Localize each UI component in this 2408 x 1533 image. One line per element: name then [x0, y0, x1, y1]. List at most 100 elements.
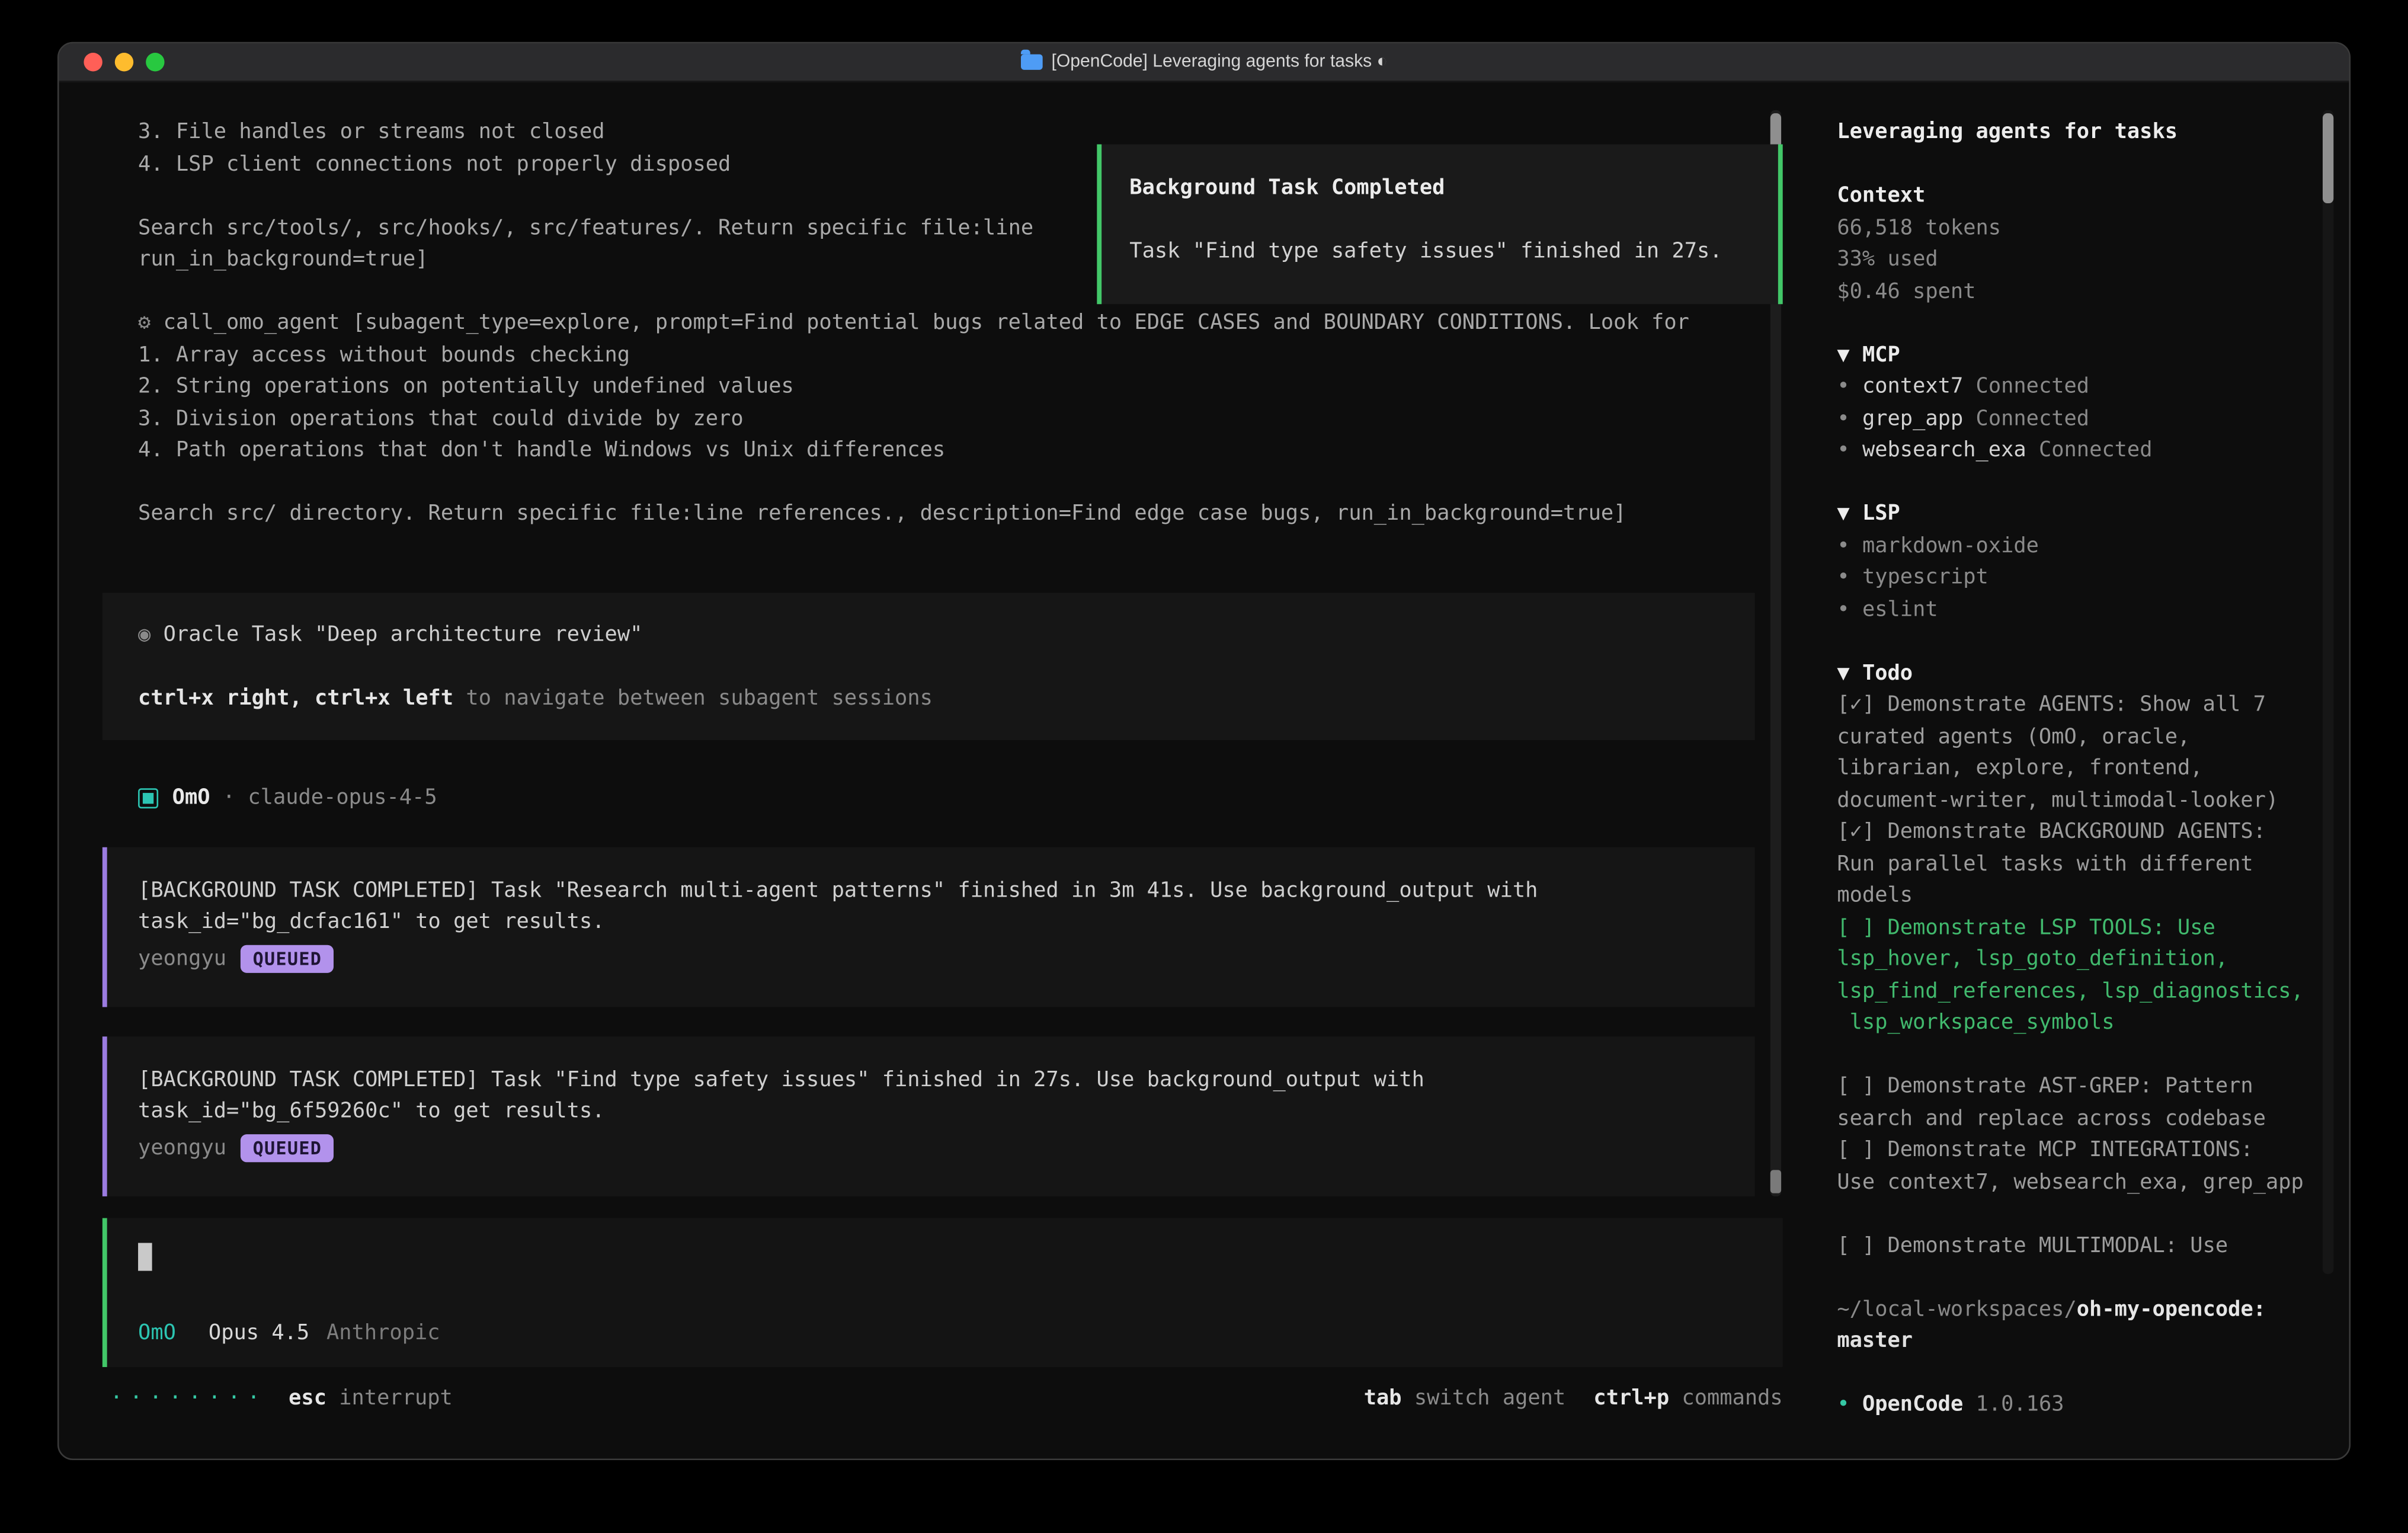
traffic-lights	[84, 43, 164, 81]
session-sidebar: Leveraging agents for tasks Context 66,5…	[1783, 82, 2349, 1459]
agent-header: OmO · claude-opus-4-5	[138, 782, 1770, 814]
message-text: [BACKGROUND TASK COMPLETED] Task "Resear…	[138, 875, 1755, 907]
bullet-icon: •	[1837, 565, 1862, 590]
todo-line: [ ] Demonstrate MCP INTEGRATIONS:	[1837, 1134, 2321, 1166]
mcp-name: websearch_exa	[1862, 437, 2026, 462]
window-titlebar[interactable]: [OpenCode] Leveraging agents for tasks ◐	[59, 43, 2349, 82]
author-name: yeongyu	[138, 1136, 226, 1161]
ctrlp-key-hint: ctrl+p	[1593, 1382, 1682, 1415]
section-todo[interactable]: ▼ Todo	[1837, 657, 2321, 689]
message-text: [BACKGROUND TASK COMPLETED] Task "Find t…	[138, 1064, 1755, 1096]
status-badge: QUEUED	[241, 945, 335, 973]
window-content: 3. File handles or streams not closed 4.…	[59, 82, 2349, 1459]
workspace-branch: master	[1837, 1325, 2321, 1357]
bullet-icon: •	[1837, 437, 1862, 462]
gear-icon: ⚙	[138, 311, 164, 335]
record-icon: ◉	[138, 622, 164, 647]
status-left: ········ esc interrupt	[110, 1382, 453, 1415]
tool-name: call_omo_agent	[164, 311, 353, 335]
log-line: 2. String operations on potentially unde…	[103, 371, 1770, 403]
model-provider: Anthropic	[326, 1317, 440, 1349]
agent-model: claude-opus-4-5	[248, 785, 437, 810]
message-text: task_id="bg_dcfac161" to get results.	[138, 906, 1755, 938]
todo-line: [✓] Demonstrate AGENTS: Show all 7	[1837, 689, 2321, 721]
oracle-hint-line: ctrl+x right, ctrl+x left to navigate be…	[138, 682, 1755, 714]
spinner-dots-icon: ········	[110, 1382, 267, 1415]
agent-separator: ·	[210, 785, 248, 810]
tab-key-hint: tab	[1364, 1382, 1414, 1415]
oracle-title: Oracle Task "Deep architecture review"	[164, 622, 643, 647]
context-spent: $0.46 spent	[1837, 276, 2321, 308]
bullet-icon: •	[1837, 374, 1862, 399]
oracle-task-panel: ◉ Oracle Task "Deep architecture review"…	[103, 592, 1755, 740]
close-button[interactable]	[84, 53, 102, 71]
workspace-path: ~/local-workspaces/oh-my-opencode:	[1837, 1294, 2321, 1326]
hint-text: to navigate between subagent sessions	[453, 685, 933, 710]
status-bar: ········ esc interrupt tab switch agent …	[110, 1382, 1783, 1415]
app-version: • OpenCode 1.0.163	[1837, 1389, 2321, 1421]
mcp-status: Connected	[1963, 374, 2089, 399]
model-selector-row[interactable]: OmO Opus 4.5 Anthropic	[138, 1317, 1783, 1349]
hint-keys: ctrl+x right, ctrl+x left	[138, 685, 453, 710]
scroll-indicator[interactable]	[1770, 1170, 1781, 1193]
window-title: [OpenCode] Leveraging agents for tasks ◐	[1020, 53, 1388, 71]
todo-line: search and replace across codebase	[1837, 1102, 2321, 1134]
notification-toast: Background Task Completed Task "Find typ…	[1097, 145, 1782, 305]
desktop: [OpenCode] Leveraging agents for tasks ◐…	[0, 0, 2408, 1533]
log-line: Search src/ directory. Return specific f…	[103, 498, 1770, 530]
oracle-title-line: ◉ Oracle Task "Deep architecture review"	[138, 618, 1755, 650]
sidebar-scrollbar-thumb[interactable]	[2323, 113, 2333, 203]
bullet-icon: •	[1837, 1392, 1862, 1417]
mcp-name: grep_app	[1862, 406, 1963, 431]
todo-line-active: lsp_find_references, lsp_diagnostics,	[1837, 975, 2321, 1007]
chevron-down-icon: ▼	[1837, 660, 1862, 685]
tool-call-line: ⚙ call_omo_agent [subagent_type=explore,…	[103, 307, 1770, 339]
workspace-dir: ~/local-workspaces/	[1837, 1297, 2076, 1321]
lsp-item: • markdown-oxide	[1837, 530, 2321, 562]
mcp-heading: MCP	[1862, 342, 1900, 367]
todo-line: Run parallel tasks with different	[1837, 848, 2321, 880]
log-line: 3. File handles or streams not closed	[103, 116, 1770, 148]
log-line: 3. Division operations that could divide…	[103, 403, 1770, 435]
text-cursor	[138, 1242, 152, 1270]
todo-line: librarian, explore, frontend,	[1837, 753, 2321, 785]
message-card: [BACKGROUND TASK COMPLETED] Task "Find t…	[103, 1036, 1755, 1196]
bullet-icon: •	[1837, 597, 1862, 622]
todo-line-active: [ ] Demonstrate LSP TOOLS: Use	[1837, 911, 2321, 943]
mcp-name: context7	[1862, 374, 1963, 399]
toast-body: Task "Find type safety issues" finished …	[1129, 236, 1778, 268]
section-lsp[interactable]: ▼ LSP	[1837, 498, 2321, 530]
todo-line-active: lsp_hover, lsp_goto_definition,	[1837, 943, 2321, 975]
minimize-button[interactable]	[115, 53, 133, 71]
context-heading: Context	[1837, 180, 2321, 212]
message-text: task_id="bg_6f59260c" to get results.	[138, 1096, 1755, 1128]
chat-pane: 3. File handles or streams not closed 4.…	[59, 82, 1770, 1459]
todo-line: document-writer, multimodal-looker)	[1837, 785, 2321, 817]
log-line: 1. Array access without bounds checking	[103, 339, 1770, 371]
prompt-input[interactable]: OmO Opus 4.5 Anthropic	[103, 1217, 1783, 1367]
mcp-item: • grep_app Connected	[1837, 403, 2321, 435]
interrupt-label: interrupt	[339, 1382, 453, 1415]
todo-heading: Todo	[1862, 660, 1913, 685]
workspace-repo: oh-my-opencode:	[2077, 1297, 2266, 1321]
fullscreen-button[interactable]	[146, 53, 164, 71]
chevron-down-icon: ▼	[1837, 342, 1862, 367]
todo-line: [✓] Demonstrate BACKGROUND AGENTS:	[1837, 816, 2321, 848]
context-tokens: 66,518 tokens	[1837, 212, 2321, 244]
esc-key-hint: esc	[289, 1382, 339, 1415]
terminal-window: [OpenCode] Leveraging agents for tasks ◐…	[57, 42, 2351, 1460]
sidebar-scrollbar-track[interactable]	[2323, 110, 2333, 1274]
lsp-name: typescript	[1862, 565, 1988, 590]
toast-title: Background Task Completed	[1129, 172, 1778, 204]
lsp-name: markdown-oxide	[1862, 533, 2039, 558]
input-line[interactable]	[138, 1239, 1783, 1273]
todo-line: [ ] Demonstrate MULTIMODAL: Use	[1837, 1230, 2321, 1262]
message-meta: yeongyu QUEUED	[138, 943, 1755, 975]
context-used: 33% used	[1837, 244, 2321, 276]
tool-args: [subagent_type=explore, prompt=Find pote…	[353, 311, 1689, 335]
section-mcp[interactable]: ▼ MCP	[1837, 339, 2321, 371]
bullet-icon: •	[1837, 406, 1862, 431]
agent-name: OmO	[172, 785, 210, 810]
chevron-down-icon: ▼	[1837, 501, 1862, 526]
app-name: OpenCode	[1862, 1392, 1963, 1417]
